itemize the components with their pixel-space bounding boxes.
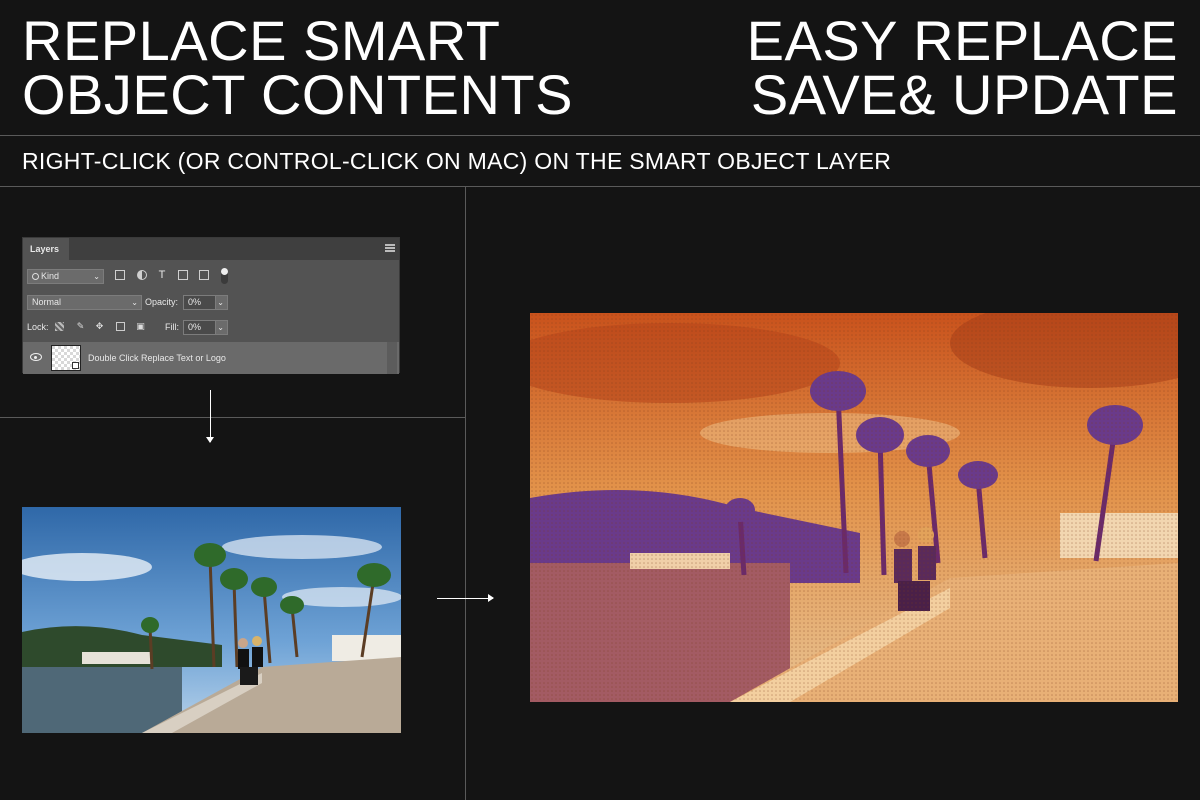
instruction-text: RIGHT-CLICK (OR CONTROL-CLICK ON MAC) ON… (22, 148, 892, 174)
headline-right: EASY REPLACE SAVE& UPDATE (746, 9, 1178, 126)
result-photo-illustration (530, 313, 1178, 702)
blend-mode-select[interactable]: Normal ⌄ (27, 295, 142, 310)
lock-move-icon[interactable]: ✥ (95, 322, 104, 331)
lock-transparent-icon[interactable] (55, 322, 64, 331)
fill-dropdown-button[interactable]: ⌄ (215, 320, 228, 335)
top-divider (0, 135, 1200, 136)
layers-tab[interactable]: Layers (23, 238, 69, 260)
headline-right-line2: SAVE& UPDATE (750, 63, 1178, 126)
headline-right-line1: EASY REPLACE (746, 9, 1178, 72)
lock-paint-icon[interactable]: ✎ (76, 322, 85, 331)
opacity-label: Opacity: (145, 297, 179, 307)
chevron-down-icon: ⌄ (217, 298, 224, 307)
lock-all-icon[interactable]: ▣ (136, 322, 145, 331)
shape-filter-icon[interactable] (178, 270, 188, 280)
blend-mode-value: Normal (32, 297, 62, 307)
original-photo-illustration (22, 507, 401, 733)
lock-artboard-icon[interactable] (116, 322, 125, 331)
arrow-right-icon (437, 594, 494, 602)
filter-row: Kind ⌄ T (23, 266, 399, 288)
result-photo (530, 313, 1178, 702)
adjustment-filter-icon[interactable] (137, 270, 147, 280)
chevron-down-icon: ⌄ (217, 323, 224, 332)
panel-menu-icon[interactable] (385, 244, 395, 252)
eye-icon[interactable] (30, 353, 42, 361)
headline-left-line1: REPLACE SMART (22, 9, 501, 72)
panel-tab-bar: Layers (23, 238, 399, 260)
layer-name[interactable]: Double Click Replace Text or Logo (88, 353, 226, 363)
headline-left: REPLACE SMART OBJECT CONTENTS (22, 9, 573, 126)
fill-label: Fill: (165, 322, 179, 332)
smart-object-filter-icon[interactable] (199, 270, 209, 280)
opacity-value: 0% (188, 297, 202, 307)
panel-scrollbar[interactable] (387, 342, 397, 374)
vertical-divider (465, 187, 466, 800)
opacity-dropdown-button[interactable]: ⌄ (215, 295, 228, 310)
type-filter-icon[interactable]: T (157, 270, 167, 281)
smart-object-thumbnail[interactable] (51, 345, 81, 371)
filter-kind-value: Kind (41, 271, 60, 281)
chevron-down-icon: ⌄ (93, 272, 100, 281)
left-section-divider (0, 417, 465, 418)
chevron-down-icon: ⌄ (131, 298, 138, 307)
headline-left-line2: OBJECT CONTENTS (22, 63, 573, 126)
search-icon (32, 273, 39, 280)
lock-row: Lock: ✎ ✥ ▣ Fill: 0% ⌄ (23, 317, 399, 339)
image-filter-icon[interactable] (115, 270, 125, 280)
fill-value: 0% (188, 322, 202, 332)
original-photo (22, 507, 401, 733)
filter-toggle-icon[interactable] (221, 268, 228, 284)
blend-row: Normal ⌄ Opacity: 0% ⌄ (23, 292, 399, 314)
middle-divider (0, 186, 1200, 187)
lock-label: Lock: (27, 322, 49, 332)
filter-kind-select[interactable]: Kind ⌄ (27, 269, 104, 284)
arrow-down-icon (206, 390, 214, 443)
layers-panel: Layers Kind ⌄ T Normal ⌄ Opacity: 0% ⌄ L… (22, 237, 400, 374)
smart-object-layer-row[interactable]: Double Click Replace Text or Logo (23, 342, 399, 374)
